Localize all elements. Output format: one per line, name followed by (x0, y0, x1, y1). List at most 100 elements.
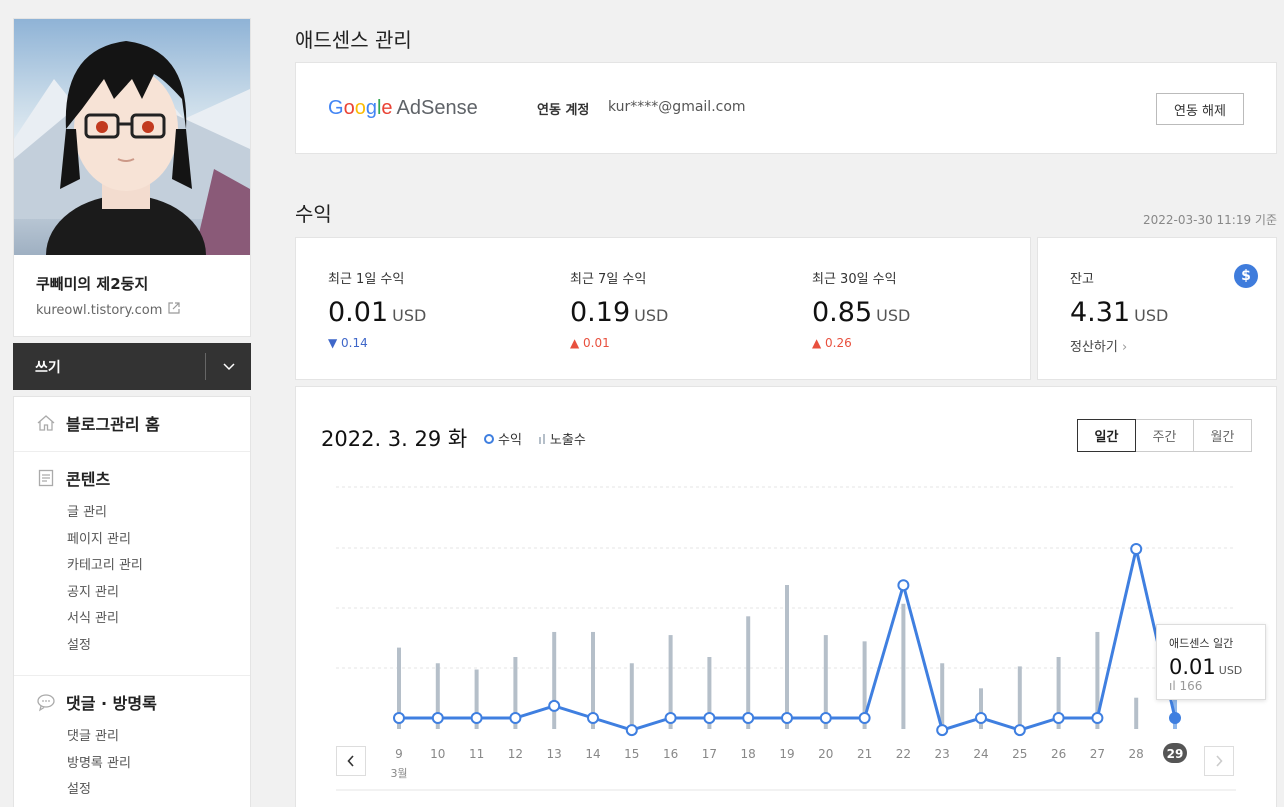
stat-value: 0.85 (812, 297, 873, 328)
admin-menu: 블로그관리 홈 콘텐츠 글 관리 페이지 관리 카테고리 관리 공지 관리 서식… (13, 396, 251, 807)
x-tick-label: 13 (547, 747, 562, 761)
stat-unit: USD (876, 306, 911, 325)
settle-link[interactable]: 정산하기 › (1070, 336, 1168, 355)
revenue-point (664, 712, 677, 724)
chevron-right-icon (1216, 755, 1223, 767)
x-tick-label: 28 (1129, 747, 1144, 761)
chart-prev-button[interactable] (336, 746, 366, 776)
x-tick-label: 18 (741, 747, 756, 761)
chevron-down-icon (222, 362, 235, 370)
revenue-point (742, 712, 755, 724)
revenue-title: 수익 (295, 202, 332, 226)
tooltip-impressions: ıl 166 (1169, 679, 1253, 693)
stat-label: 최근 7일 수익 (570, 272, 647, 287)
linked-account-email: kur****@gmail.com (608, 99, 746, 115)
menu-item-comments-label: 댓글 · 방명록 (66, 694, 157, 713)
home-icon (36, 413, 56, 433)
submenu-item-notices[interactable]: 공지 관리 (67, 580, 228, 607)
x-tick-label: 15 (624, 747, 639, 761)
sidebar: 쿠빼미의 제2둥지 kureowl.tistory.com 쓰기 블로그관리 홈 (13, 18, 251, 807)
x-tick-label: 29 (1167, 747, 1184, 761)
profile-card: 쿠빼미의 제2둥지 kureowl.tistory.com (13, 18, 251, 337)
blog-url[interactable]: kureowl.tistory.com (36, 303, 162, 318)
submenu-item-comments-settings[interactable]: 설정 (67, 777, 228, 804)
x-tick-label: 12 (508, 747, 523, 761)
tooltip-unit: USD (1218, 664, 1243, 677)
menu-item-home[interactable]: 블로그관리 홈 (36, 411, 228, 435)
revenue-point (936, 724, 949, 737)
settle-label: 정산하기 (1070, 340, 1118, 355)
avatar[interactable] (14, 19, 250, 255)
revenue-point-active (1169, 712, 1181, 724)
menu-item-content[interactable]: 콘텐츠 (36, 466, 228, 490)
revenue-point (1052, 712, 1065, 724)
revenue-stats-card: 최근 1일 수익 0.01 USD ▼ 0.14 최근 7일 수익 0.19 USD… (295, 237, 1031, 380)
period-daily-button[interactable]: 일간 (1077, 419, 1136, 452)
document-icon (36, 468, 56, 488)
page-title: 애드센스 관리 (295, 28, 412, 52)
balance-unit: USD (1134, 306, 1169, 325)
logo-letter: g (365, 97, 377, 119)
menu-section-comments: 댓글 · 방명록 댓글 관리 방명록 관리 설정 (14, 676, 250, 807)
x-tick-label: 14 (585, 747, 600, 761)
revenue-point (858, 712, 871, 724)
chart-card: 2022. 3. 29 화 수익 노출수 일간 주간 월간 9 10 11 12 13 1… (295, 386, 1277, 807)
x-tick-label: 11 (469, 747, 484, 761)
revenue-point (509, 712, 522, 724)
submenu-item-content-settings[interactable]: 설정 (67, 633, 228, 660)
blog-name[interactable]: 쿠빼미의 제2둥지 (36, 273, 228, 294)
revenue-point (703, 712, 716, 724)
submenu-item-templates[interactable]: 서식 관리 (67, 606, 228, 633)
impression-bar (785, 585, 789, 729)
chart-next-button[interactable] (1204, 746, 1234, 776)
impression-bar (1134, 697, 1139, 729)
submenu-item-comments[interactable]: 댓글 관리 (67, 724, 228, 751)
revenue-point (975, 712, 987, 724)
tooltip-value: 0.01 (1169, 655, 1216, 679)
revenue-point (548, 699, 561, 712)
menu-section-home: 블로그관리 홈 (14, 397, 250, 452)
logo-letter: o (354, 97, 366, 119)
submenu-item-pages[interactable]: 페이지 관리 (67, 527, 228, 554)
content-submenu: 글 관리 페이지 관리 카테고리 관리 공지 관리 서식 관리 설정 (36, 500, 228, 659)
revenue-point (625, 724, 638, 737)
stat-label: 최근 1일 수익 (328, 272, 405, 287)
blog-url-link[interactable]: kureowl.tistory.com (36, 302, 228, 318)
menu-item-home-label: 블로그관리 홈 (66, 415, 160, 434)
x-tick-label: 27 (1090, 747, 1105, 761)
stat-delta: ▲ 0.26 (812, 336, 852, 350)
x-tick-label: 24 (973, 747, 988, 761)
balance-card: 잔고 4.31 USD 정산하기 › $ (1037, 237, 1277, 380)
submenu-item-posts[interactable]: 글 관리 (67, 500, 228, 527)
revenue-point (587, 712, 599, 724)
x-tick-label: 25 (1012, 747, 1027, 761)
x-tick-label: 16 (663, 747, 678, 761)
speech-bubble-icon (36, 692, 56, 712)
avatar-illustration (14, 41, 250, 255)
tooltip-impressions-value: 166 (1179, 679, 1203, 693)
menu-item-comments[interactable]: 댓글 · 방명록 (36, 690, 228, 714)
stat-delta: ▼ 0.14 (328, 336, 368, 350)
x-tick-label: 23 (935, 747, 950, 761)
revenue-point (1013, 724, 1026, 737)
submenu-item-categories[interactable]: 카테고리 관리 (67, 553, 228, 580)
stat-value: 0.01 (328, 297, 389, 328)
linked-account-label: 연동 계정 (537, 103, 590, 118)
revenue-point (897, 579, 910, 592)
balance-label: 잔고 (1070, 272, 1094, 287)
external-link-icon[interactable] (168, 302, 180, 318)
impression-bar (1017, 666, 1022, 729)
submenu-item-guestbook[interactable]: 방명록 관리 (67, 751, 228, 778)
write-dropdown-button[interactable] (205, 353, 251, 380)
stat-unit: USD (634, 306, 669, 325)
stat-value: 0.19 (570, 297, 631, 328)
x-tick-label: 22 (896, 747, 911, 761)
x-tick-label: 9 (395, 747, 403, 761)
impression-bar (901, 603, 906, 729)
write-button[interactable]: 쓰기 (13, 357, 61, 377)
logo-letter: o (343, 97, 355, 119)
logo-adsense-text: AdSense (396, 97, 478, 119)
x-tick-label: 21 (857, 747, 872, 761)
stat-30day: 최근 30일 수익 0.85 USD ▲ 0.26 (812, 268, 910, 350)
unlink-button[interactable]: 연동 해제 (1156, 93, 1244, 125)
